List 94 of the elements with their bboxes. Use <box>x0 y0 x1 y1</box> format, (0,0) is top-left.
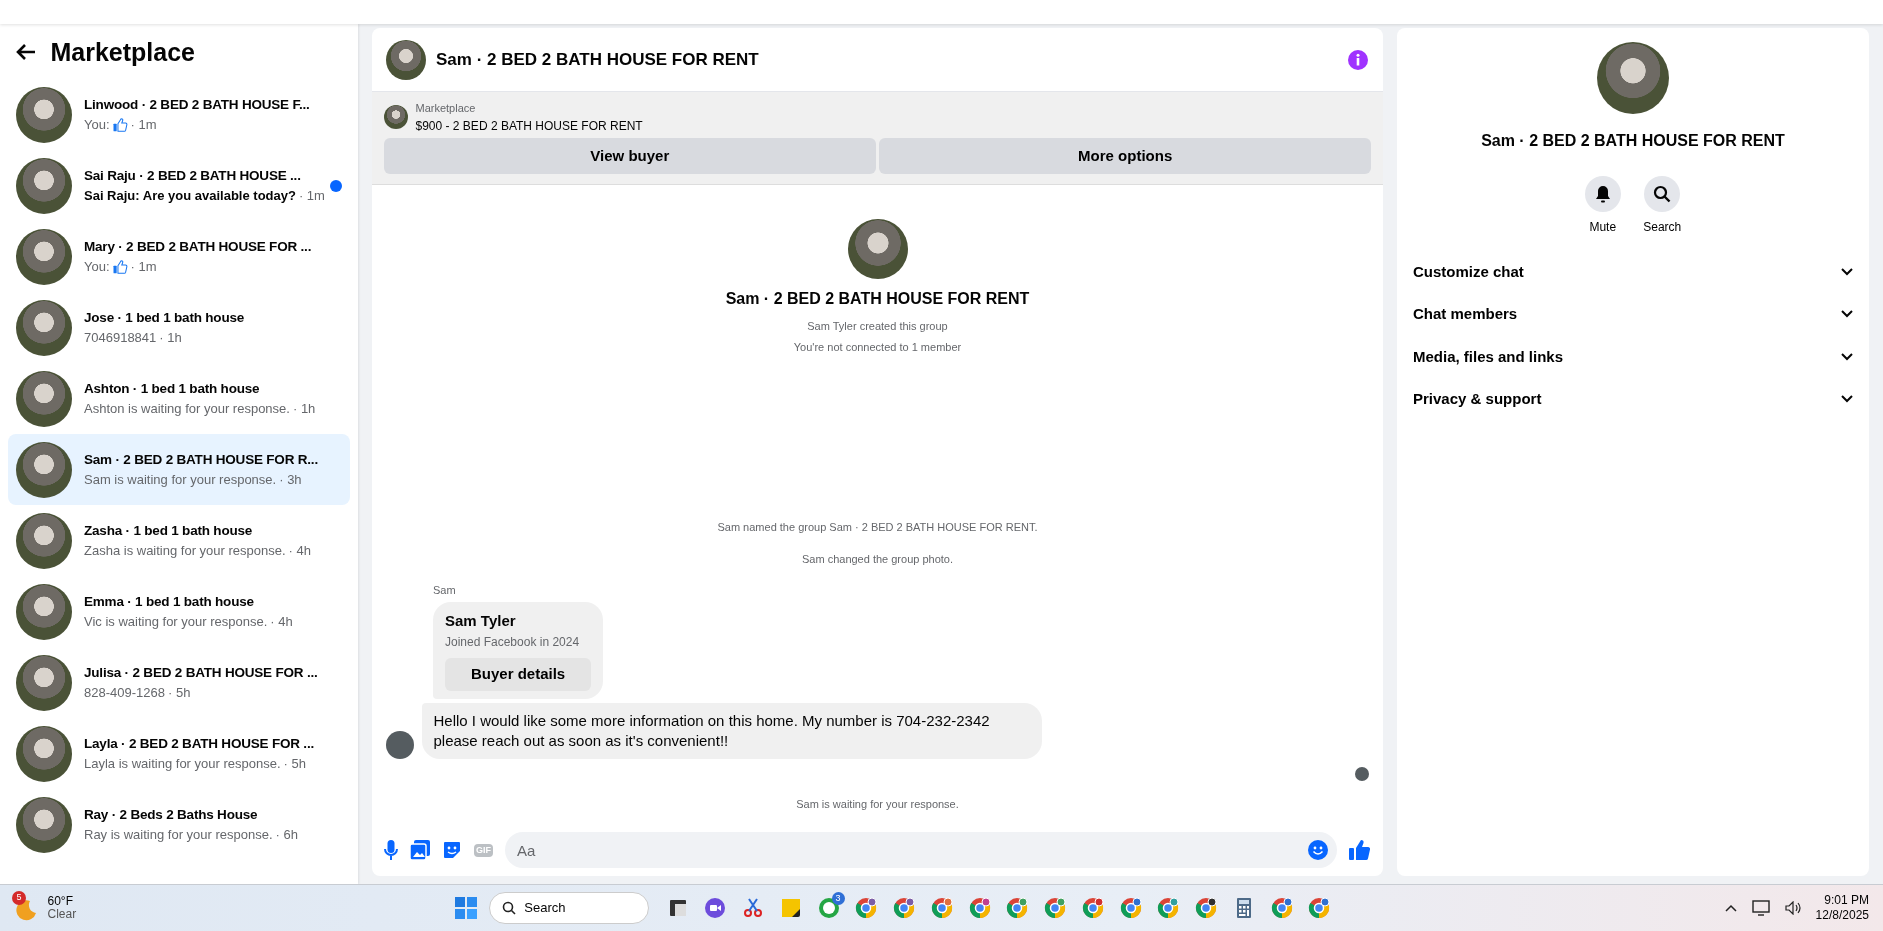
conversation-title: Jose · 1 bed 1 bath house <box>84 308 246 327</box>
conversation-item[interactable]: Emma · 1 bed 1 bath house Vic is waiting for your response. · 4h <box>8 576 350 647</box>
message-preview: 7046918841 <box>84 328 157 347</box>
conversation-title: Sam · 2 BED 2 BATH HOUSE FOR R... <box>84 450 319 469</box>
sender-avatar <box>386 731 414 759</box>
conversation-item[interactable]: Linwood · 2 BED 2 BATH HOUSE F... You: · 1m <box>8 79 350 150</box>
conversation-item[interactable]: Ray · 2 Beds 2 Baths House Ray is waiting for your response. · 6h <box>8 789 350 860</box>
listing-photo-placeholder <box>384 105 408 130</box>
message-preview: Ashton is waiting for your response. <box>84 399 290 418</box>
accordion-section[interactable]: Privacy & support <box>1413 378 1853 421</box>
browser-icon[interactable] <box>1194 896 1218 920</box>
conversation-title: Julisa · 2 BED 2 BATH HOUSE FOR ... <box>84 663 319 682</box>
back-arrow-icon[interactable] <box>15 42 36 61</box>
listing-action-button[interactable]: More options <box>879 138 1371 175</box>
message-time: · 1m <box>130 257 157 276</box>
search-icon <box>1653 184 1672 203</box>
accordion-section[interactable]: Customize chat <box>1413 250 1853 293</box>
message-time: · 4h <box>270 612 293 631</box>
conversation-item[interactable]: Sai Raju · 2 BED 2 BATH HOUSE ... Sai Raju: Are you available today? · 1m <box>8 150 350 221</box>
message-time: · 3h <box>279 470 302 489</box>
conversation-title: Emma · 1 bed 1 bath house <box>84 592 255 611</box>
conversation-title: Ray · 2 Beds 2 Baths House <box>84 805 259 824</box>
message-time: · 6h <box>275 825 298 844</box>
message-preview: Zasha is waiting for your response. <box>84 541 286 560</box>
profile-name: Sam Tyler <box>445 611 517 632</box>
thumbs-up-icon[interactable] <box>1349 839 1371 861</box>
message-time: · 1h <box>159 328 182 347</box>
emoji-icon[interactable] <box>1308 840 1328 860</box>
search-icon <box>502 901 517 915</box>
photo-icon[interactable] <box>410 840 430 860</box>
info-icon[interactable] <box>1347 48 1369 71</box>
sidebar-title: Marketplace <box>50 36 196 67</box>
message-preview: You: <box>84 115 110 134</box>
accordion-section[interactable]: Chat members <box>1413 293 1853 336</box>
speaker-icon[interactable] <box>1784 901 1801 915</box>
clock-date[interactable]: 12/8/2025 <box>1815 908 1869 923</box>
sender-name: Sam <box>432 583 457 598</box>
group-photo-placeholder <box>386 39 426 80</box>
windows-start-icon[interactable] <box>454 896 478 920</box>
listing-title: $900 - 2 BED 2 BATH HOUSE FOR RENT <box>415 117 643 135</box>
conversation-item[interactable]: Ashton · 1 bed 1 bath house Ashton is waiting for your response. · 1h <box>8 363 350 434</box>
notification-badge: 5 <box>12 891 26 905</box>
taskbar-search[interactable]: Search <box>489 892 650 924</box>
status-text: Sam is waiting for your response. <box>795 796 960 812</box>
message-time: · 5h <box>283 754 306 773</box>
conversation-title: Linwood · 2 BED 2 BATH HOUSE F... <box>84 95 311 114</box>
message-preview: Sam is waiting for your response. <box>84 470 277 489</box>
message-time: · 1m <box>298 186 325 205</box>
message-time: · 1h <box>292 399 316 418</box>
microphone-icon[interactable] <box>384 840 398 860</box>
message-bubble: Hello I would like some more information on this home. My number is 704-232-2342 please reach out as soon as it's convenient!! <box>421 702 1042 759</box>
message-preview: Ray is waiting for your response. <box>84 825 273 844</box>
weather-condition: Clear <box>47 908 77 922</box>
profile-subtitle: Joined Facebook in 2024 <box>445 633 581 651</box>
read-receipt-avatar <box>1355 766 1369 781</box>
chevron-up-icon[interactable] <box>1724 904 1737 912</box>
video-chat-icon[interactable] <box>703 896 728 920</box>
conversation-item[interactable]: Zasha · 1 bed 1 bath house Zasha is waiting for your response. · 4h <box>8 505 350 576</box>
conversation-title: Sai Raju · 2 BED 2 BATH HOUSE ... <box>84 166 302 185</box>
conversation-title: Ashton · 1 bed 1 bath house <box>84 379 261 398</box>
group-info-text: Sam Tyler created this group <box>806 319 949 335</box>
group-event-text: Sam changed the group photo. <box>800 551 955 567</box>
message-preview: You: <box>84 257 110 276</box>
sticker-icon[interactable] <box>442 840 462 860</box>
conversation-item[interactable]: Jose · 1 bed 1 bath house 7046918841 · 1h <box>8 292 350 363</box>
conversation-title: Zasha · 1 bed 1 bath house <box>84 521 254 540</box>
monitor-icon[interactable] <box>1751 900 1770 916</box>
message-time: · 5h <box>167 683 191 702</box>
conversation-item[interactable]: Layla · 2 BED 2 BATH HOUSE FOR ... Layla is waiting for your response. · 5h <box>8 718 350 789</box>
message-preview: 828-409-1268 <box>84 683 165 702</box>
group-info-text: You're not connected to 1 member <box>793 339 962 355</box>
message-time: · 1m <box>130 115 157 134</box>
message-input[interactable]: Aa <box>505 832 1337 868</box>
group-event-text: Sam named the group Sam · 2 BED 2 BATH HOUSE FOR RENT. <box>716 520 1039 535</box>
conversation-item[interactable]: Julisa · 2 BED 2 BATH HOUSE FOR ... 828-409-1268 · 5h <box>8 647 350 718</box>
conversation-title: Layla · 2 BED 2 BATH HOUSE FOR ... <box>84 734 315 753</box>
listing-label: Marketplace <box>415 101 477 116</box>
conversation-title: Mary · 2 BED 2 BATH HOUSE FOR ... <box>84 237 313 256</box>
message-time: · 4h <box>288 541 311 560</box>
clock-time[interactable]: 9:01 PM <box>1815 893 1869 908</box>
message-preview: Sai Raju: Are you available today? <box>84 186 296 205</box>
message-preview: Layla is waiting for your response. <box>84 754 281 773</box>
buyer-details-button[interactable]: Buyer details <box>445 658 592 691</box>
listing-action-button[interactable]: View buyer <box>384 138 876 175</box>
chat-title: Sam · 2 BED 2 BATH HOUSE FOR RENT <box>436 48 760 71</box>
conversation-item[interactable]: Mary · 2 BED 2 BATH HOUSE FOR ... You: · 1m <box>8 221 350 292</box>
temperature: 60°F <box>47 894 74 908</box>
scissors-icon[interactable] <box>741 896 765 920</box>
group-name: Sam · 2 BED 2 BATH HOUSE FOR RENT <box>1481 131 1785 151</box>
bell-icon <box>1594 184 1611 203</box>
group-name: Sam · 2 BED 2 BATH HOUSE FOR RENT <box>725 288 1030 309</box>
conversation-item[interactable]: Sam · 2 BED 2 BATH HOUSE FOR R... Sam is waiting for your response. · 3h <box>8 434 350 505</box>
message-preview: Vic is waiting for your response. <box>84 612 268 631</box>
accordion-section[interactable]: Media, files and links <box>1413 335 1853 378</box>
